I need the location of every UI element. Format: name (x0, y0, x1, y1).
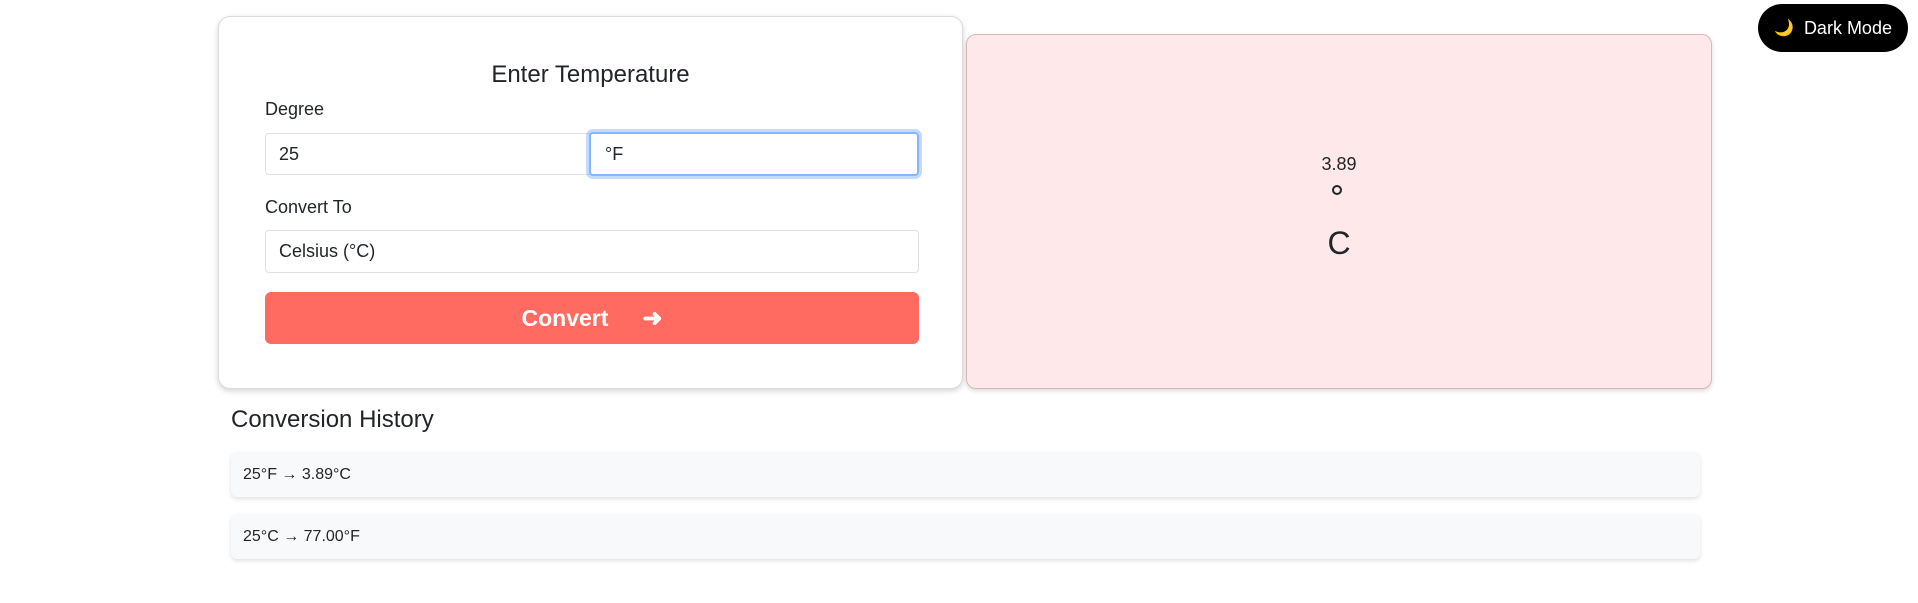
app-root: 🌙 Dark Mode Enter Temperature Degree 25 … (0, 0, 1918, 603)
convert-to-select[interactable]: Celsius (°C) (265, 230, 919, 273)
history-item: 25°F → 3.89°C (231, 452, 1700, 497)
convert-button[interactable]: Convert ➜ (265, 292, 919, 344)
result-value: 3.89 (1321, 154, 1357, 174)
dark-mode-toggle[interactable]: 🌙 Dark Mode (1758, 4, 1908, 52)
history-title: Conversion History (231, 406, 434, 433)
degree-input[interactable]: 25 (265, 133, 591, 175)
degree-symbol-icon (1332, 185, 1342, 195)
history-item: 25°C → 77.00°F (231, 514, 1700, 559)
input-card: Enter Temperature Degree 25 °F Convert T… (218, 16, 963, 389)
arrow-right-icon: ➜ (642, 304, 663, 332)
moon-icon: 🌙 (1774, 20, 1794, 37)
dark-mode-label: Dark Mode (1803, 17, 1892, 38)
result-unit: C (1327, 225, 1351, 261)
convert-to-label: Convert To (265, 197, 352, 217)
convert-button-label: Convert (521, 304, 609, 331)
card-title: Enter Temperature (491, 61, 690, 88)
degree-label: Degree (265, 99, 325, 119)
result-card: 3.89 C (966, 34, 1712, 389)
unit-select[interactable]: °F (589, 132, 919, 176)
